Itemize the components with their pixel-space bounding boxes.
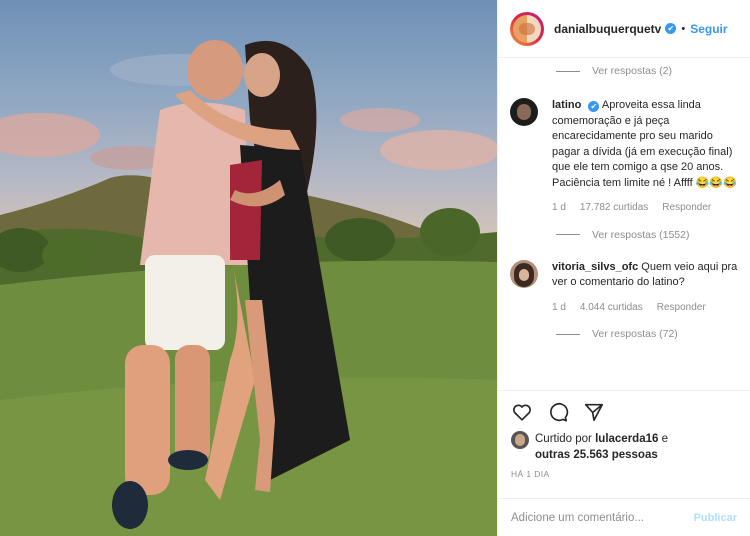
publish-button[interactable]: Publicar [694, 512, 737, 524]
replies-line [556, 333, 580, 335]
comment-item: latino ✔ Aproveita essa linda comemoraçã… [510, 98, 738, 216]
comment-text: Aproveita essa linda comemoração e já pe… [552, 99, 737, 189]
comment-body: vitoria_silvs_ofc Quem veio aqui pra ver… [552, 260, 738, 316]
replies-line [556, 234, 580, 235]
author-avatar[interactable] [510, 11, 544, 46]
comment-item: vitoria_silvs_ofc Quem veio aqui pra ver… [510, 259, 738, 316]
view-replies-label: Ver respostas (2) [592, 65, 672, 77]
view-replies-label: Ver respostas (72) [592, 328, 678, 340]
view-replies-button[interactable]: Ver respostas (1552) [556, 224, 738, 246]
follow-button[interactable]: Seguir [690, 22, 727, 36]
liked-others[interactable]: outras 25.563 pessoas [535, 449, 658, 461]
view-replies-label: Ver respostas (1552) [592, 228, 690, 241]
liked-user[interactable]: lulacerda16 [595, 433, 658, 445]
comment-body: latino ✔ Aproveita essa linda comemoraçã… [552, 98, 738, 216]
liked-by-text: Curtido por lulacerda16 e outras 25.563 … [535, 431, 668, 463]
replies-line [556, 70, 580, 72]
post-side-panel: danialbuquerquetv ✔ • Seguir Ver respost… [497, 0, 750, 536]
comments-list: Ver respostas (2) latino ✔ Aproveita ess… [498, 60, 750, 345]
verified-badge-icon: ✔ [588, 101, 600, 113]
comment-time[interactable]: 1 d [552, 300, 566, 316]
heart-icon[interactable] [511, 401, 533, 423]
post-header: danialbuquerquetv ✔ • Seguir [498, 0, 750, 58]
photo-illustration [0, 40, 497, 536]
header-separator: • [681, 22, 686, 35]
comment-input[interactable]: Adicione um comentário... [511, 512, 694, 524]
share-icon[interactable] [583, 401, 605, 423]
commenter-username[interactable]: latino [552, 99, 581, 111]
liked-suffix: e [661, 433, 668, 445]
comment-likes[interactable]: 4.044 curtidas [580, 300, 643, 316]
liked-by: Curtido por lulacerda16 e outras 25.563 … [511, 431, 737, 463]
author-username[interactable]: danialbuquerquetv [554, 22, 661, 36]
post-timestamp[interactable]: HÁ 1 DIA [511, 469, 737, 479]
liker-avatar[interactable] [511, 431, 529, 449]
comment-meta: 1 d 4.044 curtidas Responder [552, 300, 738, 316]
view-replies-button[interactable]: Ver respostas (72) [556, 323, 738, 345]
commenter-username[interactable]: vitoria_silvs_ofc [552, 261, 638, 273]
post-actions: Curtido por lulacerda16 e outras 25.563 … [498, 390, 750, 479]
commenter-avatar[interactable] [510, 259, 538, 288]
commenter-avatar[interactable] [510, 98, 538, 126]
liked-prefix: Curtido por [535, 433, 592, 445]
verified-badge-icon: ✔ [665, 23, 677, 34]
comment-likes[interactable]: 17.782 curtidas [580, 200, 648, 216]
comment-icon[interactable] [547, 401, 569, 423]
comment-meta: 1 d 17.782 curtidas Responder [552, 200, 738, 216]
action-icons [511, 401, 737, 423]
reply-button[interactable]: Responder [657, 300, 706, 316]
post-photo [0, 0, 497, 536]
reply-button[interactable]: Responder [662, 200, 711, 216]
view-replies-button[interactable]: Ver respostas (2) [556, 60, 738, 82]
comment-time[interactable]: 1 d [552, 200, 566, 216]
add-comment-bar: Adicione um comentário... Publicar [498, 498, 750, 536]
